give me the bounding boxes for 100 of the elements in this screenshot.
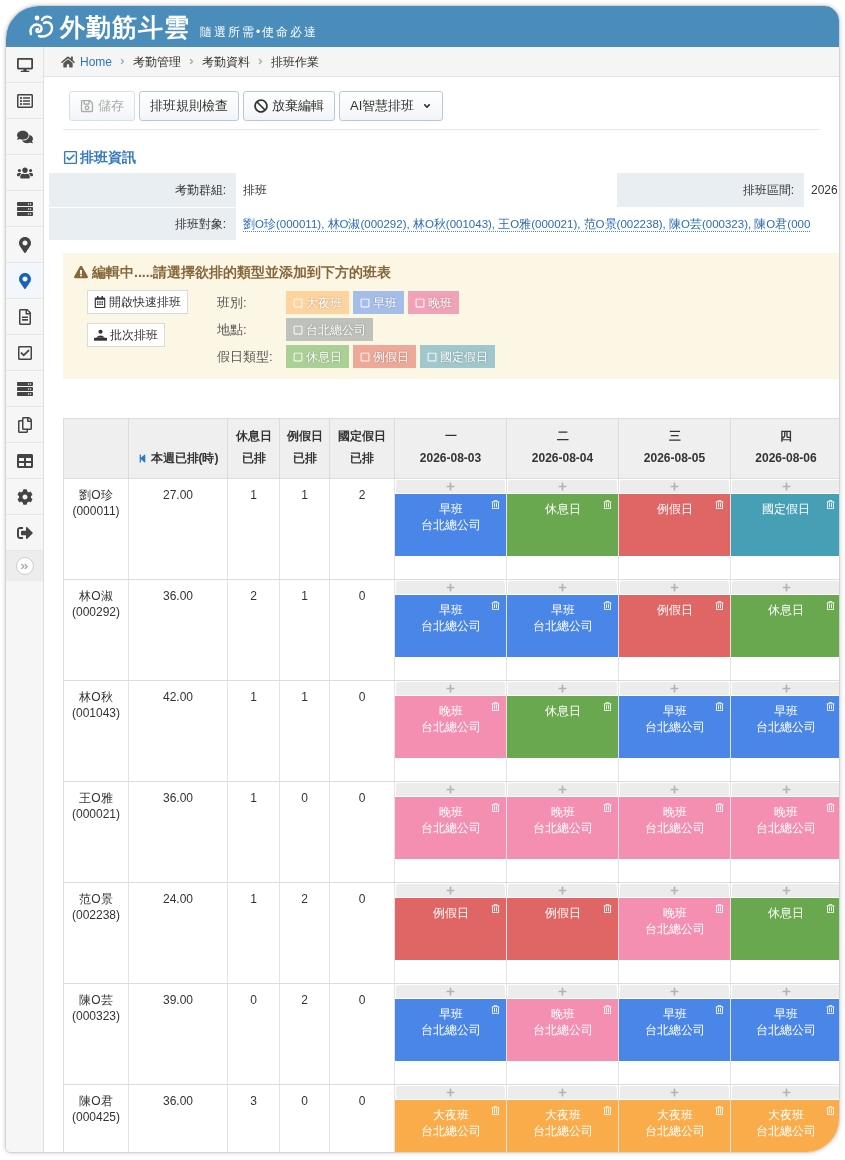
breadcrumb-link[interactable]: 考勤資料 <box>202 52 250 71</box>
delete-shift-button[interactable] <box>490 600 500 611</box>
shift-block[interactable]: 例假日 <box>619 595 730 657</box>
delete-shift-button[interactable] <box>602 600 612 611</box>
shift-block[interactable]: 晚班 台北總公司 <box>619 797 730 859</box>
breadcrumb-link[interactable]: Home <box>80 52 112 71</box>
add-shift-button[interactable] <box>508 581 617 594</box>
delete-shift-button[interactable] <box>490 1004 500 1015</box>
shift-block[interactable]: 大夜班 台北總公司 <box>507 1100 618 1152</box>
shift-block[interactable]: 早班 台北總公司 <box>507 595 618 657</box>
shift-block[interactable]: 早班 台北總公司 <box>619 999 730 1061</box>
shift-block[interactable]: 早班 台北總公司 <box>395 494 506 556</box>
delete-shift-button[interactable] <box>490 903 500 914</box>
filter-tag[interactable]: 休息日 <box>286 345 349 368</box>
delete-shift-button[interactable] <box>714 1004 724 1015</box>
add-shift-button[interactable] <box>396 480 505 493</box>
delete-shift-button[interactable] <box>602 903 612 914</box>
shift-block[interactable]: 國定假日 <box>731 494 839 556</box>
add-shift-button[interactable] <box>396 1086 505 1099</box>
add-shift-button[interactable] <box>732 480 839 493</box>
delete-shift-button[interactable] <box>825 802 835 813</box>
toolbar-button[interactable]: AI智慧排班 <box>339 91 444 121</box>
delete-shift-button[interactable] <box>602 1105 612 1116</box>
delete-shift-button[interactable] <box>490 701 500 712</box>
breadcrumb-link[interactable]: 考勤管理 <box>133 52 181 71</box>
delete-shift-button[interactable] <box>714 499 724 510</box>
add-shift-button[interactable] <box>732 1086 839 1099</box>
add-shift-button[interactable] <box>508 682 617 695</box>
shift-block[interactable]: 早班 台北總公司 <box>395 999 506 1061</box>
shift-block[interactable]: 早班 台北總公司 <box>395 595 506 657</box>
shift-block[interactable]: 大夜班 台北總公司 <box>395 1100 506 1152</box>
shift-block[interactable]: 休息日 <box>731 898 839 960</box>
shift-block[interactable]: 早班 台北總公司 <box>619 696 730 758</box>
add-shift-button[interactable] <box>620 480 729 493</box>
add-shift-button[interactable] <box>396 783 505 796</box>
filter-tag[interactable]: 晚班 <box>408 291 459 314</box>
delete-shift-button[interactable] <box>602 1004 612 1015</box>
add-shift-button[interactable] <box>620 783 729 796</box>
add-shift-button[interactable] <box>508 783 617 796</box>
delete-shift-button[interactable] <box>714 903 724 914</box>
toolbar-button[interactable]: 放棄編輯 <box>243 91 335 121</box>
add-shift-button[interactable] <box>620 581 729 594</box>
shift-block[interactable]: 大夜班 台北總公司 <box>619 1100 730 1152</box>
shift-block[interactable]: 早班 台北總公司 <box>731 696 839 758</box>
filter-tag[interactable]: 台北總公司 <box>286 318 373 341</box>
employee-list-link[interactable]: 劉O珍(000011), 林O淑(000292), 林O秋(001043), 王O雅(000021), 范O景(002238), 陳O芸(000323), 陳O君(000 <box>243 216 811 232</box>
add-shift-button[interactable] <box>732 682 839 695</box>
delete-shift-button[interactable] <box>825 701 835 712</box>
delete-shift-button[interactable] <box>602 499 612 510</box>
delete-shift-button[interactable] <box>490 802 500 813</box>
expand-sidebar-button[interactable] <box>15 557 34 575</box>
add-shift-button[interactable] <box>508 1086 617 1099</box>
shift-block[interactable]: 大夜班 台北總公司 <box>731 1100 839 1152</box>
shift-block[interactable]: 晚班 台北總公司 <box>507 797 618 859</box>
toolbar-button[interactable]: 排班規則檢查 <box>139 91 239 121</box>
skip-back-icon[interactable] <box>137 453 147 463</box>
add-shift-button[interactable] <box>620 1086 729 1099</box>
shift-block[interactable]: 晚班 台北總公司 <box>731 797 839 859</box>
shift-block[interactable]: 晚班 台北總公司 <box>507 999 618 1061</box>
add-shift-button[interactable] <box>620 985 729 998</box>
delete-shift-button[interactable] <box>714 1105 724 1116</box>
delete-shift-button[interactable] <box>490 499 500 510</box>
shift-block[interactable]: 晚班 台北總公司 <box>619 898 730 960</box>
delete-shift-button[interactable] <box>825 1105 835 1116</box>
shift-block[interactable]: 例假日 <box>395 898 506 960</box>
delete-shift-button[interactable] <box>602 802 612 813</box>
add-shift-button[interactable] <box>732 581 839 594</box>
delete-shift-button[interactable] <box>602 701 612 712</box>
add-shift-button[interactable] <box>396 581 505 594</box>
sidebar-item[interactable] <box>6 263 43 299</box>
shift-block[interactable]: 早班 台北總公司 <box>731 999 839 1061</box>
delete-shift-button[interactable] <box>825 499 835 510</box>
action-button[interactable]: 開啟快速排班 <box>87 290 188 314</box>
add-shift-button[interactable] <box>508 985 617 998</box>
delete-shift-button[interactable] <box>825 600 835 611</box>
add-shift-button[interactable] <box>508 884 617 897</box>
shift-block[interactable]: 休息日 <box>731 595 839 657</box>
shift-block[interactable]: 例假日 <box>619 494 730 556</box>
shift-block[interactable]: 例假日 <box>507 898 618 960</box>
add-shift-button[interactable] <box>732 783 839 796</box>
add-shift-button[interactable] <box>732 884 839 897</box>
shift-block[interactable]: 晚班 台北總公司 <box>395 797 506 859</box>
shift-block[interactable]: 晚班 台北總公司 <box>395 696 506 758</box>
add-shift-button[interactable] <box>508 480 617 493</box>
action-button[interactable]: 批次排班 <box>87 323 165 347</box>
delete-shift-button[interactable] <box>825 1004 835 1015</box>
add-shift-button[interactable] <box>620 884 729 897</box>
add-shift-button[interactable] <box>396 682 505 695</box>
delete-shift-button[interactable] <box>714 701 724 712</box>
shift-block[interactable]: 休息日 <box>507 494 618 556</box>
shift-block[interactable]: 休息日 <box>507 696 618 758</box>
delete-shift-button[interactable] <box>714 600 724 611</box>
filter-tag[interactable]: 例假日 <box>353 345 416 368</box>
filter-tag[interactable]: 早班 <box>353 291 404 314</box>
add-shift-button[interactable] <box>396 884 505 897</box>
delete-shift-button[interactable] <box>490 1105 500 1116</box>
add-shift-button[interactable] <box>732 985 839 998</box>
filter-tag[interactable]: 國定假日 <box>420 345 495 368</box>
home-icon[interactable] <box>61 54 75 69</box>
delete-shift-button[interactable] <box>714 802 724 813</box>
